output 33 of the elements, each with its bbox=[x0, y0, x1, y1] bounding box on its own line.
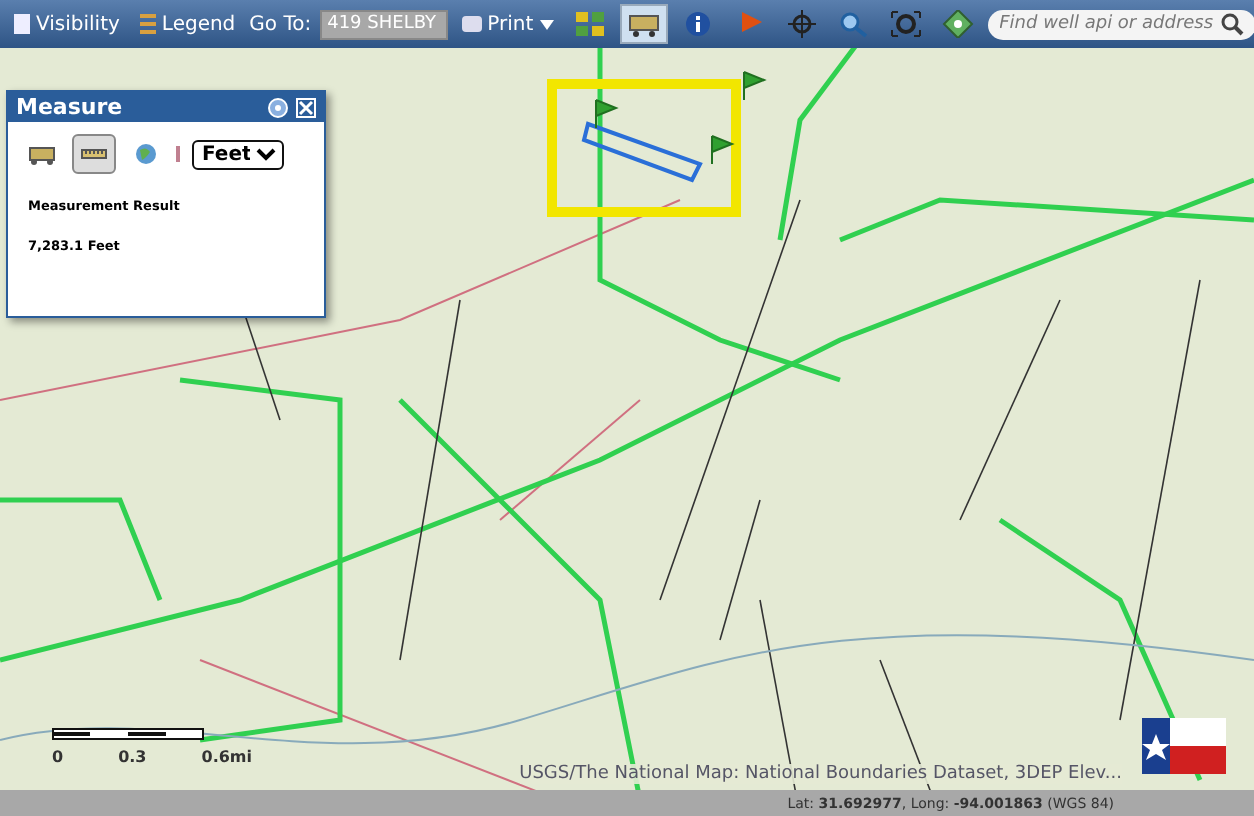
search-field[interactable]: Find well api or address bbox=[987, 9, 1254, 39]
diamond-icon bbox=[941, 10, 974, 38]
search-icon bbox=[1219, 12, 1244, 36]
flag-logo-icon bbox=[1142, 718, 1226, 774]
legend-button[interactable]: Legend bbox=[133, 9, 242, 39]
measured-area bbox=[581, 121, 703, 183]
printer-icon bbox=[461, 16, 482, 32]
list-icon bbox=[139, 14, 156, 34]
panel-title: Measure bbox=[16, 94, 123, 120]
scale-label: 0 bbox=[52, 748, 64, 766]
close-icon[interactable] bbox=[296, 97, 316, 117]
zoom-icon bbox=[837, 10, 870, 38]
truck-tool-button[interactable] bbox=[619, 4, 668, 44]
flag-icon bbox=[711, 135, 735, 165]
scale-label: 0.6mi bbox=[201, 748, 252, 766]
flag-icon bbox=[595, 99, 619, 129]
map-attribution: USGS/The National Map: National Boundaries Dataset, 3DEP Elev... bbox=[519, 764, 1122, 784]
scale-label: 0.3 bbox=[118, 748, 147, 766]
cart-icon bbox=[28, 142, 56, 166]
distance-measure-button[interactable] bbox=[72, 134, 116, 174]
print-button[interactable]: Print bbox=[455, 9, 560, 39]
crosshair-icon bbox=[785, 10, 818, 38]
cart-icon bbox=[627, 10, 660, 38]
info-icon bbox=[681, 10, 714, 38]
document-icon bbox=[14, 14, 30, 34]
frame-icon bbox=[889, 10, 922, 38]
caret-icon bbox=[539, 19, 554, 29]
flag-icon bbox=[743, 71, 767, 101]
globe-icon bbox=[132, 142, 160, 166]
visibility-button[interactable]: Visibility bbox=[8, 9, 126, 39]
help-icon[interactable] bbox=[268, 97, 288, 117]
grid-icon bbox=[573, 10, 606, 38]
goto-label: Go To: bbox=[249, 13, 312, 35]
